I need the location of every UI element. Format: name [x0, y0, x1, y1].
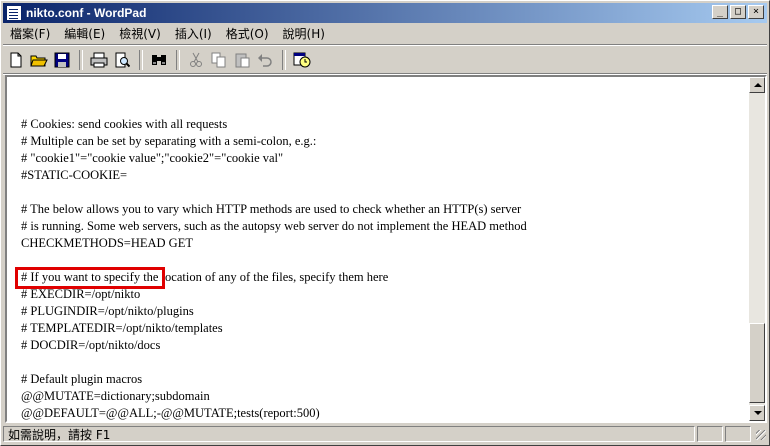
save-disk-icon — [54, 52, 70, 68]
find-button[interactable] — [148, 49, 170, 71]
menu-file[interactable]: 檔案(F) — [3, 25, 57, 42]
paste-button[interactable] — [231, 49, 253, 71]
scissors-icon — [190, 52, 202, 67]
open-button[interactable] — [28, 49, 50, 71]
scroll-down-button[interactable] — [749, 405, 765, 421]
menu-edit[interactable]: 編輯(E) — [57, 25, 112, 42]
scroll-up-button[interactable] — [749, 77, 765, 93]
resize-grip-icon[interactable] — [753, 427, 767, 441]
date-time-button[interactable] — [291, 49, 313, 71]
document-editor[interactable]: # Cookies: send cookies with all request… — [5, 75, 767, 423]
window-title: nikto.conf - WordPad — [26, 6, 147, 20]
window-controls: _ □ × — [710, 5, 764, 19]
calendar-clock-icon — [293, 52, 311, 68]
maximize-button[interactable]: □ — [730, 5, 746, 19]
printer-icon — [90, 52, 108, 68]
wordpad-window: nikto.conf - WordPad _ □ × 檔案(F) 編輯(E) 檢… — [0, 0, 770, 446]
document-line: @@DEFAULT=@@ALL;-@@MUTATE;tests(report:5… — [21, 406, 320, 420]
title-bar[interactable]: nikto.conf - WordPad _ □ × — [3, 3, 767, 23]
document-line: # DOCDIR=/opt/nikto/docs — [21, 338, 161, 352]
document-line: # Default plugin macros — [21, 372, 143, 386]
new-document-button[interactable] — [5, 49, 27, 71]
toolbar-separator — [176, 50, 180, 70]
close-button[interactable]: × — [748, 5, 764, 19]
copy-button[interactable] — [208, 49, 230, 71]
print-preview-icon — [115, 52, 130, 68]
clipboard-icon — [235, 53, 250, 68]
print-preview-button[interactable] — [111, 49, 133, 71]
save-button[interactable] — [51, 49, 73, 71]
document-line: @@MUTATE=dictionary;subdomain — [21, 389, 210, 403]
document-line: # is running. Some web servers, such as … — [21, 219, 527, 233]
document-text[interactable]: # Cookies: send cookies with all request… — [21, 99, 527, 422]
toolbar-separator — [79, 50, 83, 70]
toolbar-separator — [282, 50, 286, 70]
toolbar-separator — [139, 50, 143, 70]
wordpad-app-icon[interactable] — [6, 5, 22, 21]
menu-divider — [3, 44, 767, 46]
menu-insert[interactable]: 插入(I) — [168, 25, 219, 42]
document-line: # Multiple can be set by separating with… — [21, 134, 317, 148]
copy-icon — [211, 52, 226, 68]
open-folder-icon — [30, 55, 48, 67]
status-bar: 如需說明，請按 F1 — [3, 425, 767, 443]
new-document-icon — [10, 52, 22, 68]
arrow-up-icon — [754, 83, 762, 87]
status-pane — [697, 426, 723, 442]
document-line: # TEMPLATEDIR=/opt/nikto/templates — [21, 321, 223, 335]
status-pane — [725, 426, 751, 442]
document-line: # "cookie1"="cookie value";"cookie2"="co… — [21, 151, 284, 165]
scrollbar-thumb[interactable] — [749, 323, 765, 403]
execdir-highlight-box — [15, 267, 165, 289]
undo-button[interactable] — [254, 49, 276, 71]
document-line: # The below allows you to vary which HTT… — [21, 202, 522, 216]
menu-help[interactable]: 說明(H) — [276, 25, 332, 42]
status-text: 如需說明，請按 F1 — [3, 426, 695, 442]
minimize-button[interactable]: _ — [712, 5, 728, 19]
toolbar — [5, 47, 765, 73]
arrow-down-icon — [754, 411, 762, 415]
menu-view[interactable]: 檢視(V) — [112, 25, 168, 42]
binoculars-icon — [152, 55, 166, 65]
cut-button[interactable] — [185, 49, 207, 71]
document-line: CHECKMETHODS=HEAD GET — [21, 236, 193, 250]
document-line: # Cookies: send cookies with all request… — [21, 117, 228, 131]
menu-format[interactable]: 格式(O) — [219, 25, 276, 42]
undo-arrow-icon — [258, 54, 272, 67]
document-line: # PLUGINDIR=/opt/nikto/plugins — [21, 304, 194, 318]
print-button[interactable] — [88, 49, 110, 71]
menu-bar: 檔案(F) 編輯(E) 檢視(V) 插入(I) 格式(O) 說明(H) — [3, 24, 767, 43]
vertical-scrollbar[interactable] — [749, 77, 765, 421]
document-line: #STATIC-COOKIE= — [21, 168, 128, 182]
